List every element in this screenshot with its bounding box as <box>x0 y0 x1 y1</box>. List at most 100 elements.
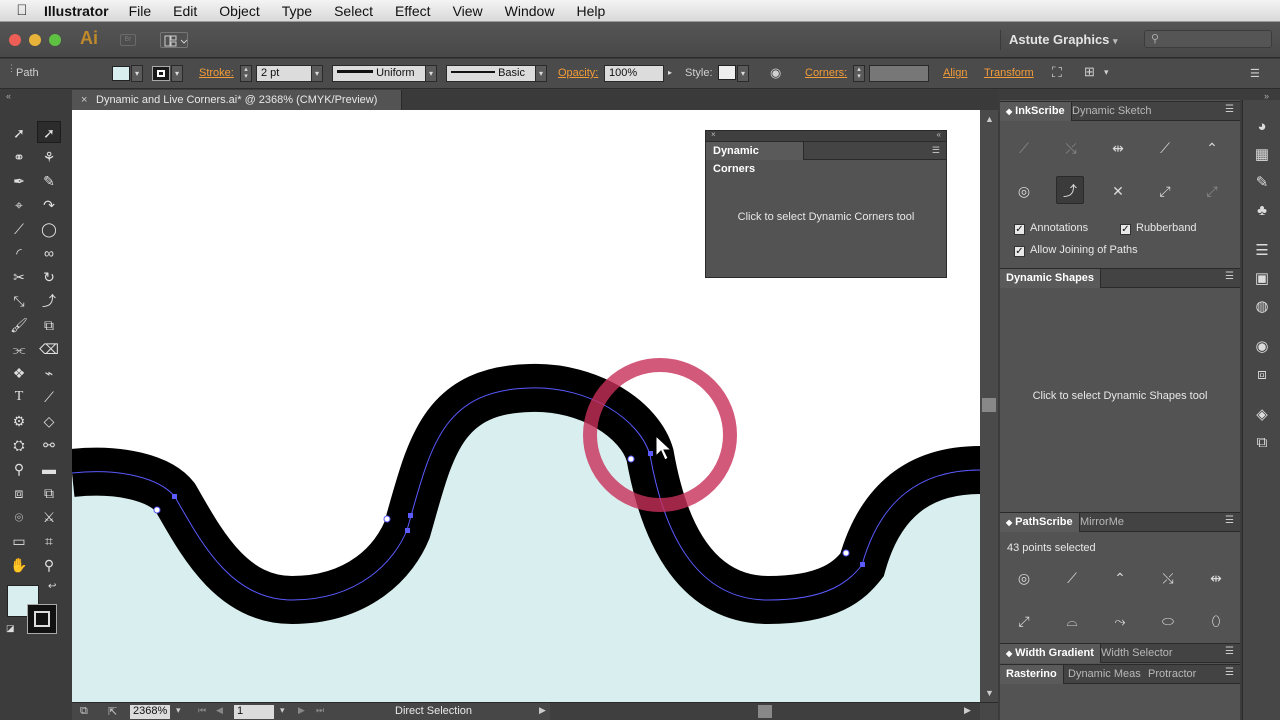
cross-handle-icon[interactable]: ✕ <box>1104 177 1132 205</box>
pen-tool-icon[interactable]: ✒ <box>7 170 31 192</box>
symbols-panel-icon[interactable]: ♣ <box>1251 200 1273 222</box>
align-link[interactable]: Align <box>943 67 967 79</box>
dynamic-corners-tab[interactable]: Dynamic Corners <box>706 142 804 175</box>
horizontal-scrollbar[interactable]: ▶ <box>550 703 980 720</box>
brush-definition[interactable]: Basic <box>446 65 536 82</box>
blend-tool-icon[interactable]: ⚯ <box>37 434 61 456</box>
previous-artboard-icon[interactable]: ◀ <box>216 705 223 716</box>
menu-window[interactable]: Window <box>505 3 555 19</box>
scroll-down-icon[interactable]: ▼ <box>985 688 994 698</box>
artboard-dropdown-icon[interactable]: ▾ <box>280 705 285 716</box>
panel-menu-icon[interactable]: ☰ <box>1225 515 1234 526</box>
last-artboard-icon[interactable]: ⏭ <box>316 705 324 716</box>
swatches-panel-icon[interactable]: ▦ <box>1251 144 1273 166</box>
handles-icon[interactable]: ⌓ <box>1058 607 1086 635</box>
line-tool-icon[interactable]: ⟋ <box>7 218 31 240</box>
stroke-weight-field[interactable]: 2 pt <box>256 65 312 82</box>
zoom-window-button[interactable] <box>49 34 61 46</box>
close-tab-icon[interactable]: × <box>81 90 87 110</box>
menu-help[interactable]: Help <box>576 3 605 19</box>
scroll-thumb[interactable] <box>758 705 772 718</box>
stroke-weight-dropdown[interactable]: ▾ <box>311 65 323 82</box>
join-path-icon[interactable]: ⤢ <box>1198 177 1226 205</box>
recolor-artwork-icon[interactable]: ◉ <box>770 65 781 81</box>
stroke-panel-icon[interactable]: ☰ <box>1251 240 1273 262</box>
corners-label[interactable]: Corners: <box>805 67 847 79</box>
default-colors-icon[interactable]: ◪ <box>6 623 15 634</box>
stroke-stepper[interactable]: ▴ ▾ <box>240 65 252 82</box>
gpu-preview-icon[interactable]: ⧉ <box>80 705 88 718</box>
ellipse-tool-icon[interactable]: ◯ <box>37 218 61 240</box>
transform-link[interactable]: Transform <box>984 67 1034 79</box>
export-icon[interactable]: ⇱ <box>108 705 117 718</box>
arrange-documents-button[interactable] <box>160 32 188 48</box>
dynamic-corners-message[interactable]: Click to select Dynamic Corners tool <box>706 211 946 223</box>
corner-point-icon[interactable]: ⤯ <box>1057 134 1085 162</box>
scissors-tool-icon[interactable]: ✂ <box>7 266 31 288</box>
panel-menu-icon[interactable]: ☰ <box>1225 646 1234 657</box>
opacity-field[interactable]: 100% <box>604 65 664 82</box>
gradient-panel-icon[interactable]: ▣ <box>1251 268 1273 290</box>
mirrorme-tab[interactable]: MirrorMe <box>1074 513 1130 532</box>
convert-point-icon[interactable]: ⇹ <box>1104 134 1132 162</box>
node-tool-icon[interactable]: ⤡ <box>7 290 31 312</box>
mesh-tool-icon[interactable]: ⛭ <box>7 434 31 456</box>
close-window-button[interactable] <box>9 34 21 46</box>
hand-tool-icon[interactable]: ✋ <box>7 554 31 576</box>
help-search-input[interactable]: ⚲ <box>1144 30 1272 48</box>
collapse-panel-icon[interactable]: « <box>937 130 941 139</box>
first-artboard-icon[interactable]: ⏮ <box>198 705 206 716</box>
brush-tool-icon[interactable]: 🖌 <box>7 314 31 336</box>
apple-icon[interactable]:  <box>0 2 44 19</box>
close-panel-icon[interactable]: × <box>711 130 716 139</box>
menu-file[interactable]: File <box>129 3 152 19</box>
panel-menu-icon[interactable]: ☰ <box>1225 104 1234 115</box>
corners-field[interactable] <box>869 65 929 82</box>
panel-menu-icon[interactable]: ☰ <box>1225 667 1234 678</box>
next-artboard-icon[interactable]: ▶ <box>298 705 305 716</box>
vertical-scrollbar[interactable]: ▲ ▼ <box>980 110 998 702</box>
scroll-right-icon[interactable]: ▶ <box>964 705 971 716</box>
graph-tool-icon[interactable]: ⧉ <box>37 482 61 504</box>
style-dropdown[interactable]: ▾ <box>737 65 749 82</box>
blob-tool-icon[interactable]: ⚘ <box>37 146 61 168</box>
graphic-styles-panel-icon[interactable]: ⧈ <box>1251 364 1273 386</box>
dynamic-shapes-message[interactable]: Click to select Dynamic Shapes tool <box>1000 390 1240 402</box>
dynamic-measure-tab[interactable]: Dynamic Meas <box>1062 665 1147 684</box>
menu-select[interactable]: Select <box>334 3 373 19</box>
status-menu-icon[interactable]: ▶ <box>539 705 546 716</box>
workspace-switcher[interactable]: Astute Graphics ▾ <box>1000 30 1128 50</box>
symbol-sprayer-tool-icon[interactable]: ❖ <box>7 362 31 384</box>
layers-panel-icon[interactable]: ◈ <box>1251 404 1273 426</box>
menu-effect[interactable]: Effect <box>395 3 431 19</box>
stroke-label[interactable]: Stroke: <box>199 67 234 79</box>
brush-dropdown[interactable]: ▾ <box>535 65 547 82</box>
smooth-tool-icon[interactable]: ⌁ <box>37 362 61 384</box>
menu-object[interactable]: Object <box>219 3 259 19</box>
perspective-tool-icon[interactable]: ◇ <box>37 410 61 432</box>
loops-tool-icon[interactable]: ∞ <box>37 242 61 264</box>
type-tool-icon[interactable]: T <box>7 386 31 408</box>
corner-point-icon[interactable]: ⌃ <box>1106 564 1134 592</box>
swap-colors-icon[interactable]: ↩ <box>48 581 56 592</box>
document-tab[interactable]: × Dynamic and Live Corners.ai* @ 2368% (… <box>72 90 402 110</box>
artboard-tool-icon[interactable]: ⧈ <box>7 482 31 504</box>
artboard-number-field[interactable]: 1 <box>234 705 274 719</box>
live-paint-tool-icon[interactable]: ⚙ <box>7 410 31 432</box>
brushes-panel-icon[interactable]: ✎ <box>1251 172 1273 194</box>
fill-dropdown[interactable]: ▾ <box>131 65 143 82</box>
slice-tool-icon[interactable]: ⌗ <box>37 530 61 552</box>
arrange-icon[interactable]: ⊞ <box>1084 64 1095 80</box>
graphic-style-swatch[interactable] <box>718 65 736 80</box>
scroll-thumb[interactable] <box>982 398 996 412</box>
stroke-color-swatch[interactable] <box>27 604 57 634</box>
knife-tool-icon[interactable]: ⚔ <box>37 506 61 528</box>
opacity-label[interactable]: Opacity: <box>558 67 598 79</box>
ellipse-path-icon[interactable]: ⬭ <box>1154 607 1182 635</box>
selection-tool-icon[interactable]: ➚ <box>7 122 31 144</box>
smart-remove-icon[interactable]: ⤳ <box>1106 607 1134 635</box>
width-gradient-tab[interactable]: ◆ Width Gradient <box>1000 644 1101 663</box>
color-panel-icon[interactable]: ◕ <box>1251 116 1273 138</box>
pathscribe-tab[interactable]: ◆ PathScribe <box>1000 513 1080 532</box>
profile-dropdown[interactable]: ▾ <box>425 65 437 82</box>
